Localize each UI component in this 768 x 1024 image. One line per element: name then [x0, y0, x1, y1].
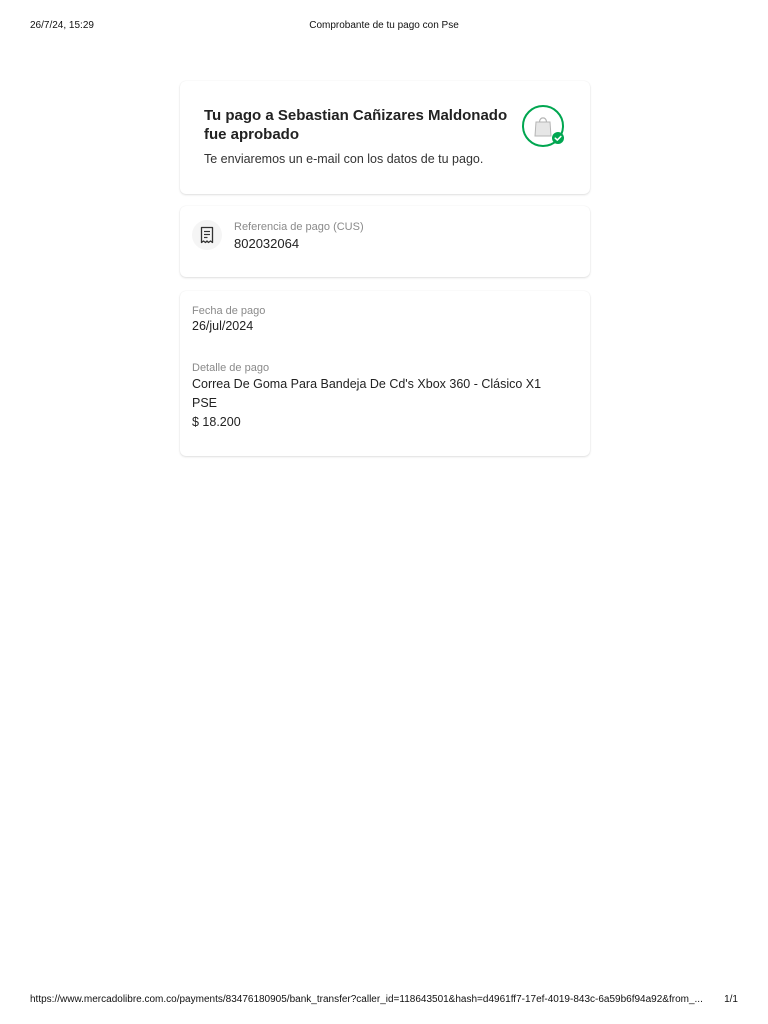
shopping-bag-approved-icon — [522, 105, 566, 149]
print-title: Comprobante de tu pago con Pse — [309, 20, 459, 31]
payment-detail-label: Detalle de pago — [192, 362, 270, 374]
payment-reference-card: Referencia de pago (CUS) 802032064 — [180, 206, 590, 277]
status-title: Tu pago a Sebastian Cañizares Maldonado … — [204, 107, 508, 143]
payment-status-card: Tu pago a Sebastian Cañizares Maldonado … — [180, 81, 590, 194]
payment-date-label: Fecha de pago — [192, 305, 266, 317]
receipt-icon — [192, 220, 222, 250]
page: 26/7/24, 15:29 Comprobante de tu pago co… — [0, 0, 768, 1024]
page-url: https://www.mercadolibre.com.co/payments… — [30, 994, 703, 1005]
reference-value: 802032064 — [234, 236, 300, 251]
status-subtitle: Te enviaremos un e-mail con los datos de… — [204, 152, 484, 166]
print-header: 26/7/24, 15:29 Comprobante de tu pago co… — [30, 20, 738, 34]
page-number: 1/1 — [724, 994, 738, 1005]
payment-method: PSE — [192, 396, 218, 410]
print-footer: https://www.mercadolibre.com.co/payments… — [30, 994, 738, 1008]
payment-detail-card: Fecha de pago 26/jul/2024 Detalle de pag… — [180, 291, 590, 456]
payment-date-value: 26/jul/2024 — [192, 319, 254, 333]
payment-amount: $ 18.200 — [192, 415, 241, 429]
reference-label: Referencia de pago (CUS) — [234, 221, 364, 233]
payment-item: Correa De Goma Para Bandeja De Cd's Xbox… — [192, 377, 542, 391]
